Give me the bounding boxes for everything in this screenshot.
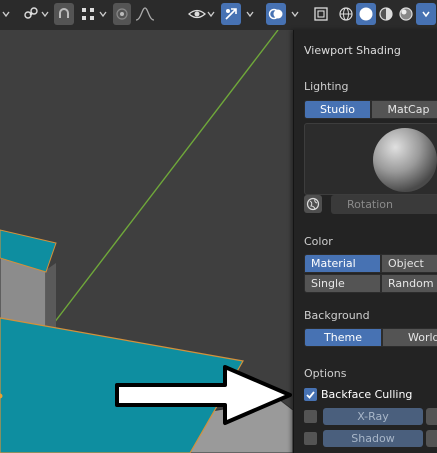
lighting-studio-option[interactable]: Studio [304,100,371,119]
overlay-icon[interactable] [266,3,286,25]
shadow-checkbox[interactable] [304,432,317,445]
shading-wireframe-icon[interactable] [336,3,356,25]
y-axis-line [53,30,279,324]
shadow-value[interactable] [426,430,437,447]
pivot-dropdown-icon[interactable] [40,4,50,24]
transform-pivot-icon[interactable] [20,3,42,25]
xray-alpha-value[interactable] [426,408,437,425]
snap-dropdown-icon[interactable] [98,4,108,24]
menu-chevron-icon[interactable] [0,3,12,25]
panel-title: Viewport Shading [304,44,401,57]
background-label: Background [304,309,370,322]
gizmo-icon[interactable] [221,3,241,25]
background-world-option[interactable]: World [382,328,437,347]
snap-icon[interactable] [54,3,74,25]
back-block-right [46,263,56,330]
shading-rendered-icon[interactable] [396,3,416,25]
gizmo-dropdown-icon[interactable] [245,4,255,24]
color-object-option[interactable]: Object [381,254,437,273]
preview-sphere [373,128,437,192]
xray-alpha-slider[interactable]: X-Ray [323,408,423,425]
viewport-shading-panel: Viewport Shading Lighting Studio MatCap … [293,30,437,453]
shadow-slider[interactable]: Shadow [323,430,423,447]
color-single-option[interactable]: Single [304,274,381,293]
backface-culling-label[interactable]: Backface Culling [321,388,412,401]
visibility-dropdown-icon[interactable] [206,4,216,24]
xray-checkbox[interactable] [304,410,317,423]
viewport-header [0,0,437,30]
rotation-field[interactable]: Rotation [331,195,437,214]
xray-icon[interactable] [311,3,331,25]
color-random-option[interactable]: Random [381,274,437,293]
shading-material-icon[interactable] [376,3,396,25]
overlay-dropdown-icon[interactable] [290,4,300,24]
snap-target-icon[interactable] [78,3,98,25]
color-material-option[interactable]: Material [304,254,381,273]
backface-culling-checkbox[interactable] [304,388,317,401]
background-theme-option[interactable]: Theme [304,328,382,347]
studio-light-preview[interactable] [304,123,437,195]
shading-solid-icon[interactable] [356,3,376,25]
shading-popover-chevron-icon[interactable] [416,3,436,25]
visibility-icon[interactable] [186,3,208,25]
world-space-lighting-icon[interactable] [304,195,322,213]
lighting-label: Lighting [304,80,349,93]
options-label: Options [304,367,347,380]
color-label: Color [304,235,333,248]
falloff-icon[interactable] [133,3,157,25]
lighting-matcap-option[interactable]: MatCap [371,100,437,119]
proportional-edit-icon[interactable] [113,3,131,25]
